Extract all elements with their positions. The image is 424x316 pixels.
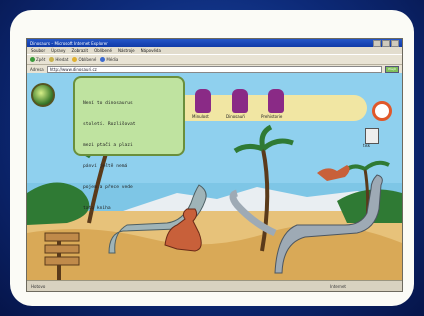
menu-bar: Soubor Úpravy Zobrazit Oblíbené Nástroje… <box>27 47 402 54</box>
favorites-label: Oblíbené <box>78 57 97 62</box>
address-input[interactable]: http://www.dinosauri.cz <box>46 65 382 73</box>
search-button[interactable]: Hledat <box>49 57 68 62</box>
note-line: tato kniha <box>83 206 111 211</box>
note-line: mezi ptačí a plazi <box>83 143 133 148</box>
status-bar: Hotovo Internet <box>27 280 402 291</box>
tab-minulost-label: Minulost <box>192 114 209 119</box>
address-label: Adresa <box>30 66 44 72</box>
menu-favorites[interactable]: Oblíbené <box>94 48 112 53</box>
tab-dinosauri-label: Dinosauři <box>226 114 245 119</box>
print-label: tisk <box>363 143 371 148</box>
title-bar: Dinosaurs – Microsoft Internet Explorer <box>27 39 402 47</box>
search-icon <box>49 57 55 62</box>
globe-icon[interactable] <box>31 83 55 107</box>
back-label: Zpět <box>36 57 46 62</box>
page-content: Minulost Dinosauři Prehistorie Není to d… <box>27 73 402 281</box>
media-icon <box>100 57 106 62</box>
tab-prehistorie[interactable] <box>268 89 284 113</box>
note-line: pojem a přece vede <box>83 185 133 190</box>
window-title: Dinosaurs – Microsoft Internet Explorer <box>30 40 108 46</box>
note-line: pánví ještě nemá <box>83 164 128 169</box>
menu-help[interactable]: Nápověda <box>141 48 161 53</box>
minimize-button[interactable] <box>373 39 381 47</box>
menu-view[interactable]: Zobrazit <box>71 48 88 53</box>
back-icon <box>30 57 35 62</box>
tab-minulost[interactable] <box>195 89 211 113</box>
status-text: Hotovo <box>31 283 46 289</box>
toolbar: Zpět Hledat Oblíbené Média <box>27 54 402 65</box>
menu-file[interactable]: Soubor <box>31 48 45 53</box>
menu-tools[interactable]: Nástroje <box>118 48 135 53</box>
go-button[interactable]: Přejít <box>385 65 399 73</box>
media-button[interactable]: Média <box>100 57 118 62</box>
back-button[interactable]: Zpět <box>30 57 45 62</box>
note-text: Není to dinosaurus století. Rozlišovat m… <box>83 86 136 226</box>
browser-window: Dinosaurs – Microsoft Internet Explorer … <box>26 38 403 292</box>
tab-dinosauri[interactable] <box>232 89 248 113</box>
status-zone: Internet <box>330 283 346 289</box>
print-icon[interactable] <box>365 128 379 144</box>
lifebuoy-icon[interactable] <box>372 101 392 121</box>
note-line: století. Rozlišovat <box>83 122 136 127</box>
menu-edit[interactable]: Úpravy <box>51 48 65 53</box>
note-line: Není to dinosaurus <box>83 101 133 106</box>
favorites-button[interactable]: Oblíbené <box>72 57 96 62</box>
maximize-button[interactable] <box>382 39 390 47</box>
media-label: Média <box>106 57 119 62</box>
star-icon <box>72 57 78 62</box>
search-label: Hledat <box>55 57 69 62</box>
text-note: Není to dinosaurus století. Rozlišovat m… <box>73 76 185 211</box>
tab-prehistorie-label: Prehistorie <box>261 114 283 119</box>
close-button[interactable] <box>391 39 399 47</box>
